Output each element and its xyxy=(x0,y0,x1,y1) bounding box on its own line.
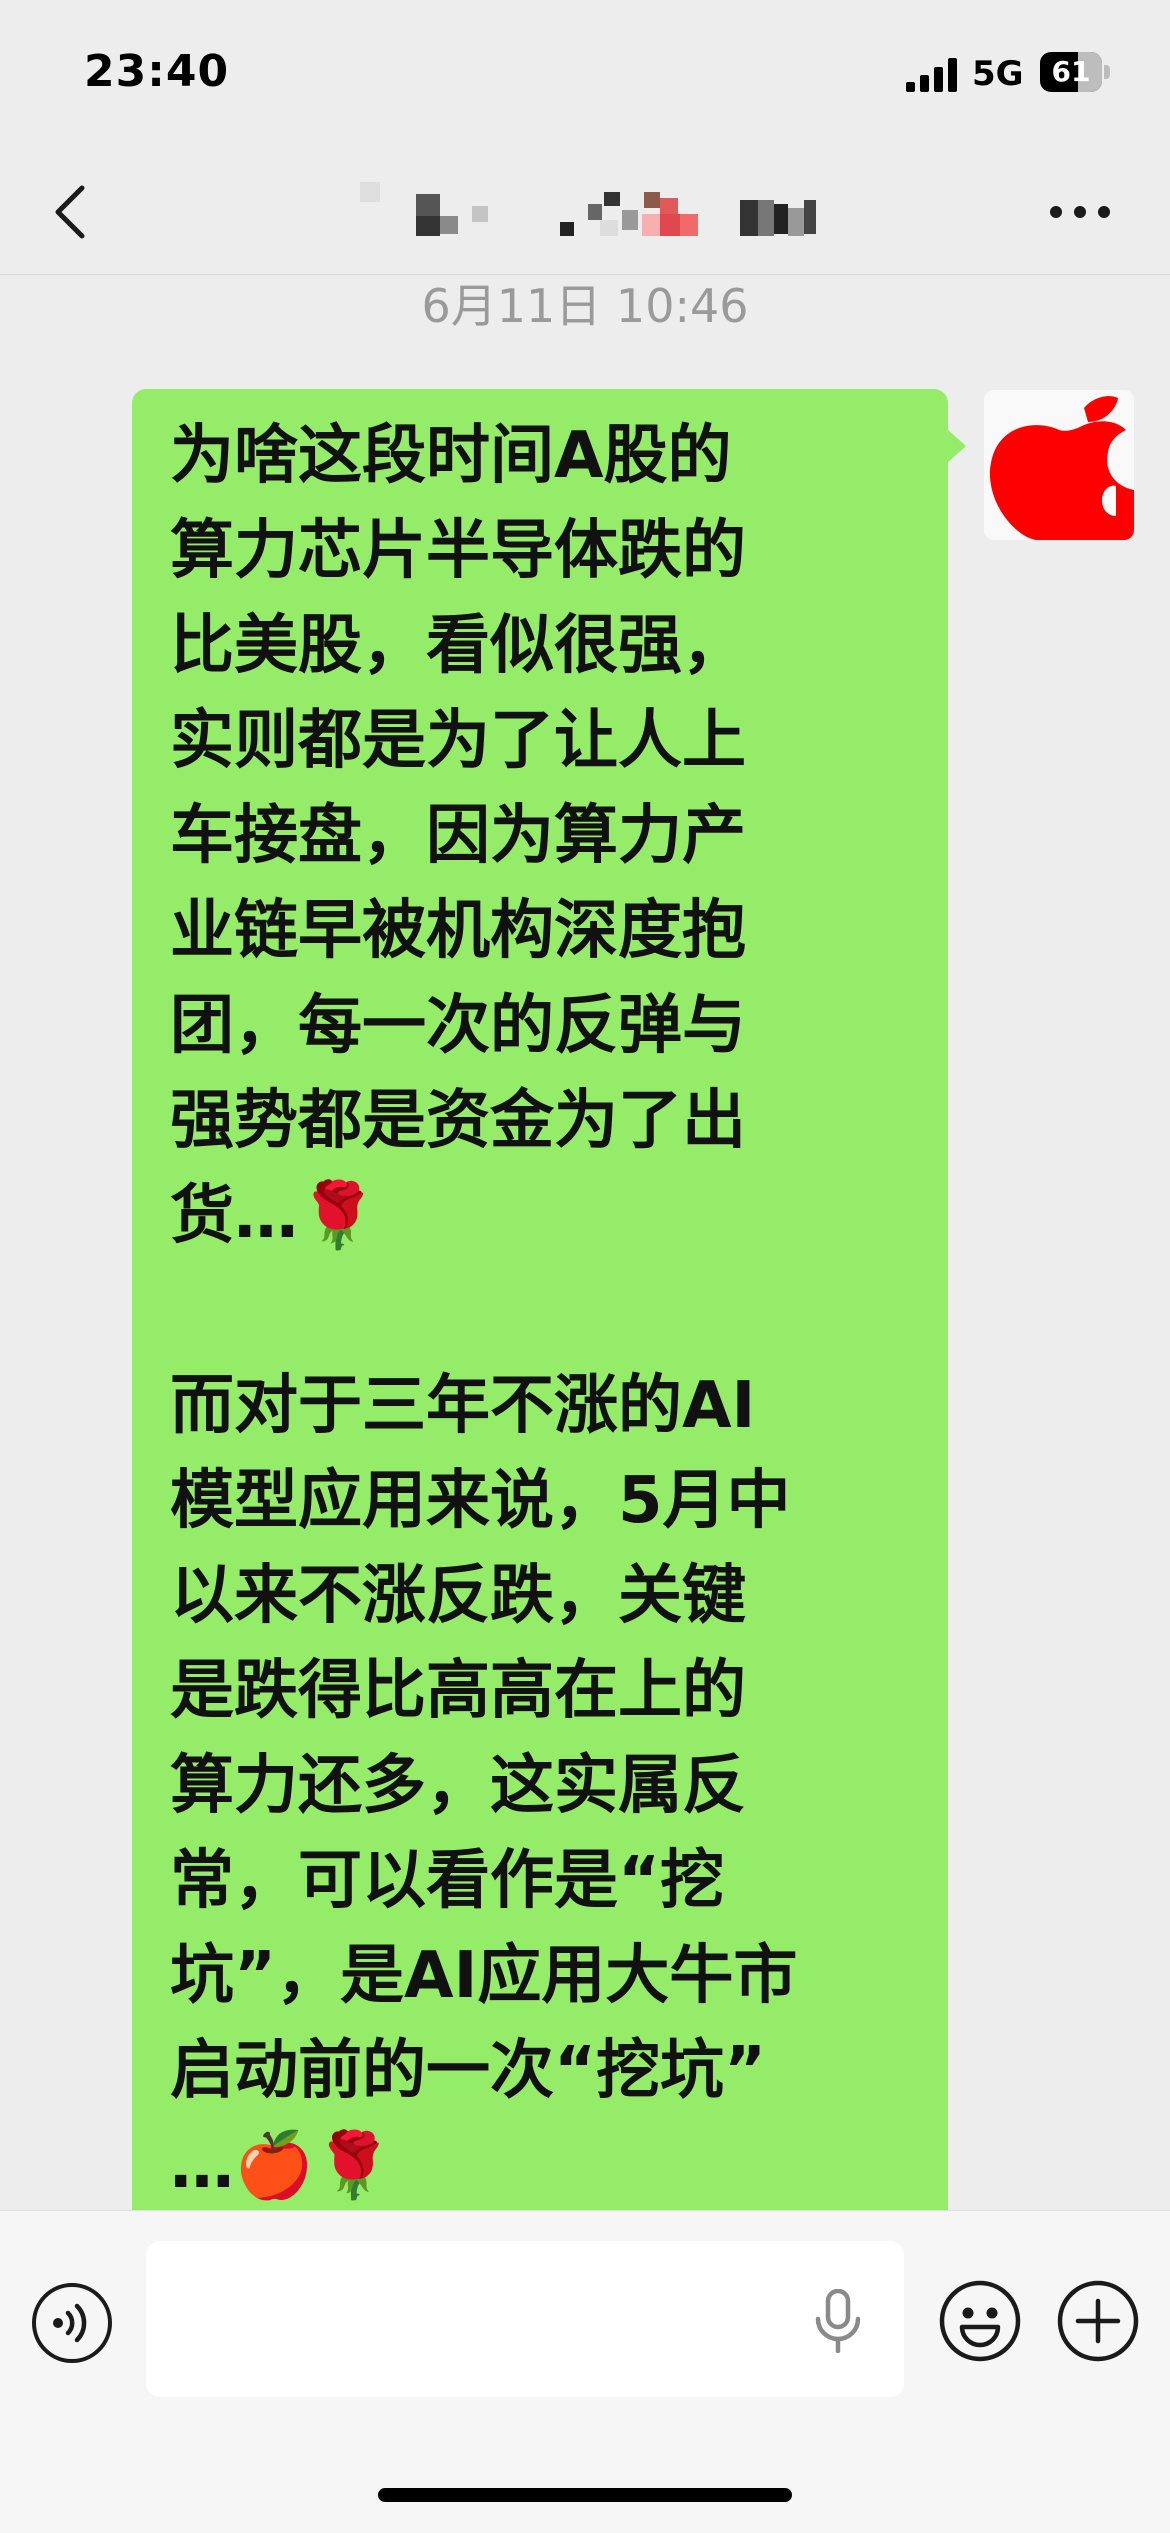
battery-level: 61 xyxy=(1051,55,1091,88)
message-text: 为啥这段时间A股的 算力芯片半导体跌的 比美股，看似很强， 实则都是为了让人上 … xyxy=(170,419,798,2203)
status-time: 23:40 xyxy=(84,46,230,97)
apple-logo-avatar[interactable] xyxy=(984,390,1134,540)
emoji-icon[interactable] xyxy=(938,2279,1022,2363)
message-input[interactable] xyxy=(146,2241,904,2397)
chevron-left-icon[interactable] xyxy=(40,170,100,254)
plus-icon[interactable] xyxy=(1056,2279,1140,2363)
more-icon[interactable] xyxy=(1040,190,1120,234)
status-bar: 23:40 5G 61 xyxy=(0,0,1170,150)
message-bubble[interactable]: 为啥这段时间A股的 算力芯片半导体跌的 比美股，看似很强， 实则都是为了让人上 … xyxy=(132,389,948,2249)
voice-icon[interactable] xyxy=(32,2283,112,2363)
bubble-tail xyxy=(948,430,966,462)
signal-icon xyxy=(906,58,957,92)
chat-header xyxy=(0,150,1170,275)
network-type: 5G xyxy=(972,54,1024,94)
message-timestamp: 6月11日 10:46 xyxy=(421,279,749,333)
home-indicator xyxy=(378,2488,792,2502)
battery-icon: 61 xyxy=(1040,52,1112,92)
input-bar xyxy=(0,2210,1170,2533)
mic-icon[interactable] xyxy=(810,2289,866,2353)
chat-title-pixelated xyxy=(360,180,840,240)
